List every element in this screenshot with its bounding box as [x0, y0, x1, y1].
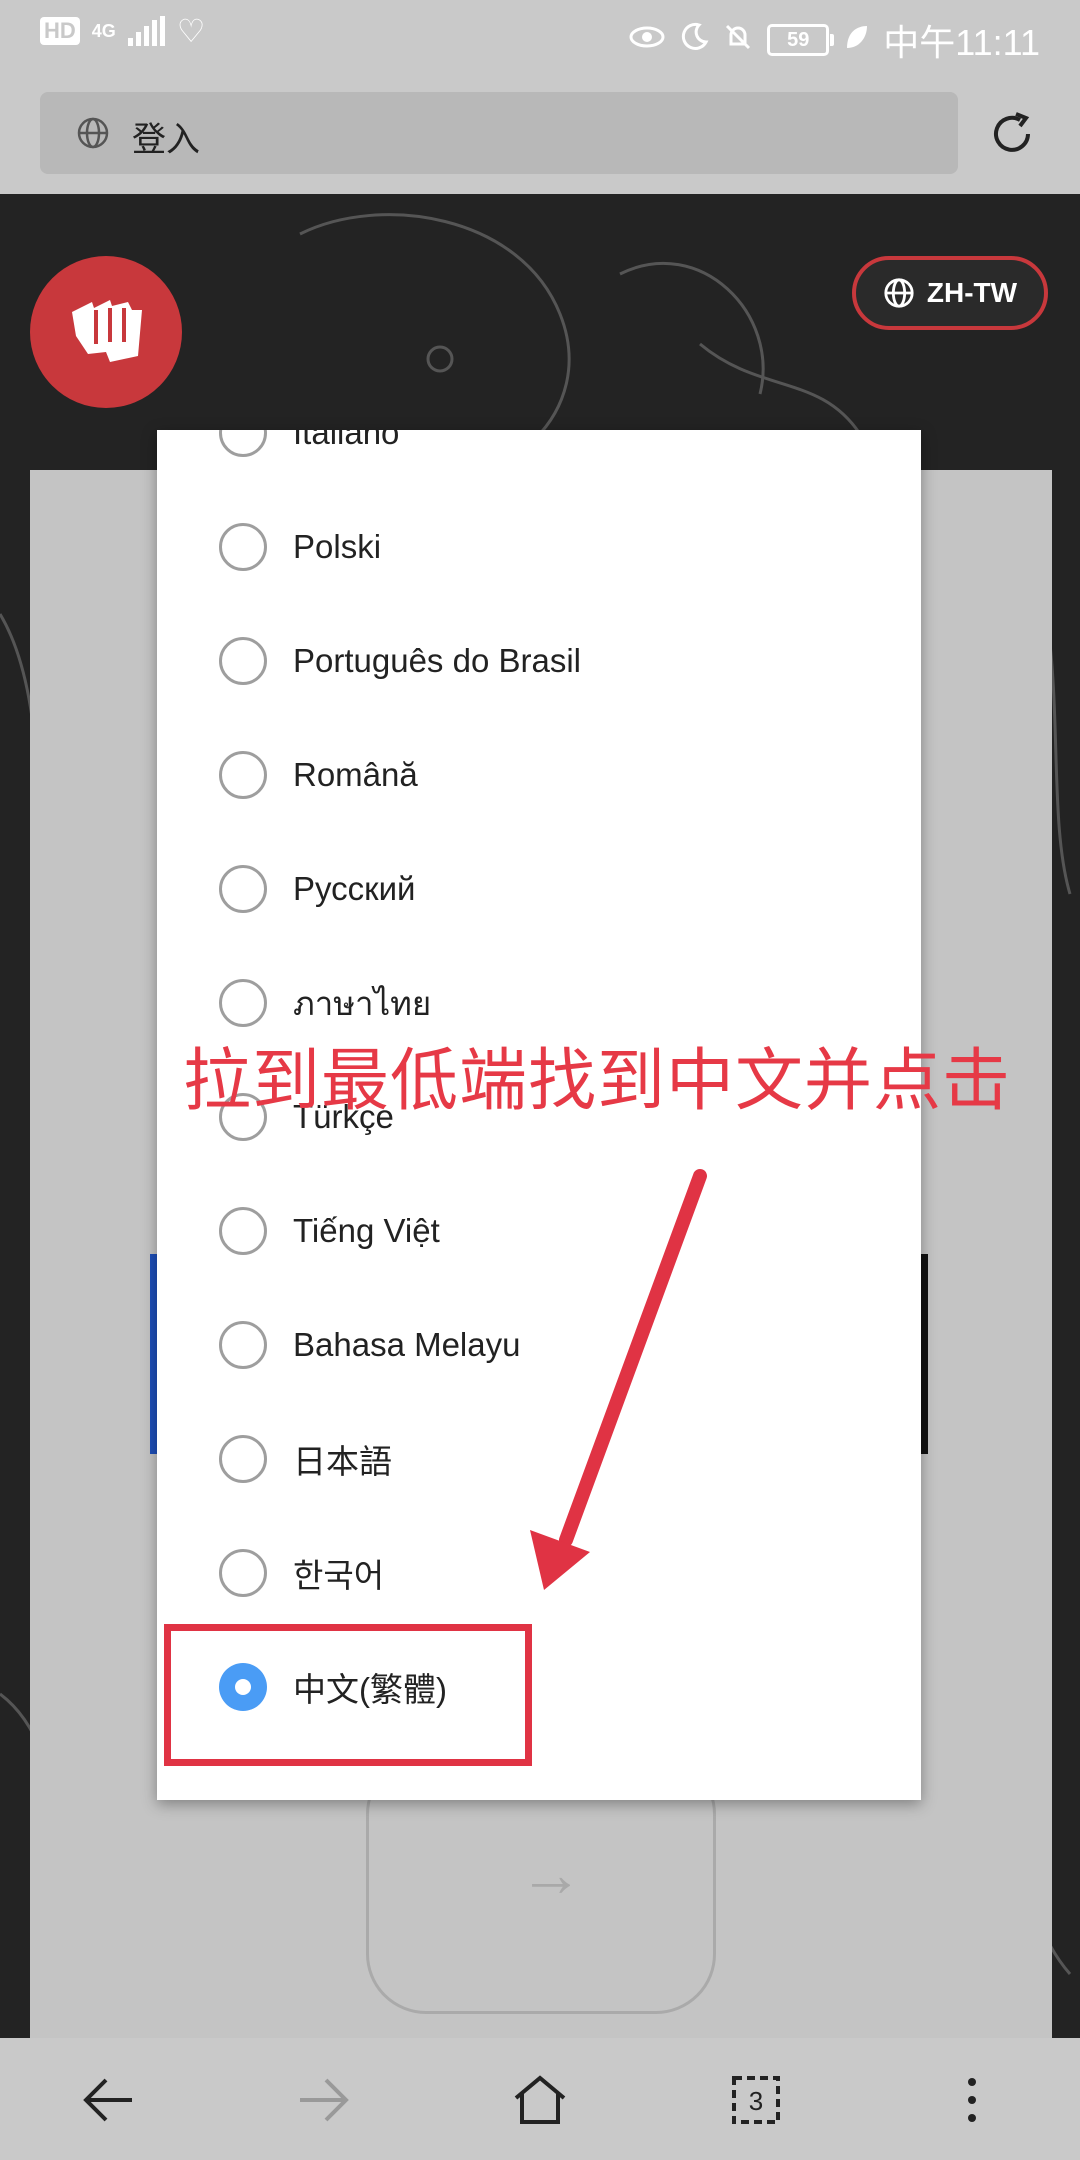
- browser-nav-bar: 3: [0, 2038, 1080, 2160]
- refresh-icon[interactable]: [984, 106, 1040, 162]
- radio-button[interactable]: [219, 1435, 267, 1483]
- highlight-box: [164, 1624, 532, 1766]
- tabs-button[interactable]: 3: [714, 2058, 798, 2142]
- radio-button[interactable]: [219, 865, 267, 913]
- arrow-right-icon: →: [519, 1838, 583, 1910]
- more-vert-icon: [968, 2078, 976, 2122]
- leaf-icon: [843, 22, 869, 58]
- moon-icon: [679, 22, 709, 58]
- language-label: 한국어: [293, 1557, 385, 1594]
- language-label: ภาษาไทย: [293, 984, 432, 1022]
- language-label: Tiếng Việt: [293, 1212, 440, 1249]
- network-type: 4G: [91, 21, 116, 41]
- svg-text:3: 3: [749, 2086, 763, 2116]
- eye-icon: [629, 22, 665, 58]
- radio-button[interactable]: [219, 979, 267, 1027]
- language-selector-button[interactable]: ZH-TW: [852, 256, 1048, 330]
- language-label: Română: [293, 756, 418, 793]
- globe-icon: [884, 278, 914, 308]
- hd-badge: HD: [40, 17, 80, 45]
- forward-button[interactable]: [282, 2058, 366, 2142]
- language-label: 日本語: [293, 1443, 392, 1480]
- language-label: Italiano: [293, 430, 400, 451]
- globe-icon: [77, 117, 109, 149]
- battery-icon: 59: [767, 24, 835, 56]
- radio-button[interactable]: [219, 751, 267, 799]
- back-button[interactable]: [66, 2058, 150, 2142]
- page-title: 登入: [132, 121, 200, 159]
- signal-icon: [127, 16, 165, 46]
- language-option[interactable]: Tiếng Việt: [157, 1174, 921, 1288]
- radio-button[interactable]: [219, 430, 267, 457]
- language-option[interactable]: Bahasa Melayu: [157, 1288, 921, 1402]
- browser-url-bar: 登入: [0, 76, 1080, 194]
- arrow-right-icon: [300, 2078, 349, 2122]
- address-field[interactable]: 登入: [40, 92, 958, 174]
- language-option[interactable]: 한국어: [157, 1516, 921, 1630]
- language-option[interactable]: Português do Brasil: [157, 604, 921, 718]
- language-option[interactable]: Polski: [157, 490, 921, 604]
- clock: 中午11:11: [883, 22, 1040, 63]
- status-bar: HD 4G ♡ 59 中午11:11: [0, 0, 1080, 76]
- language-option[interactable]: Italiano: [157, 430, 921, 490]
- language-code: ZH-TW: [926, 277, 1018, 308]
- language-label: Русский: [293, 870, 416, 907]
- menu-button[interactable]: [930, 2058, 1014, 2142]
- language-option[interactable]: Русский: [157, 832, 921, 946]
- arrow-left-icon: [83, 2078, 132, 2122]
- riot-logo: [30, 256, 182, 408]
- health-icon: ♡: [176, 13, 206, 49]
- radio-button[interactable]: [219, 1321, 267, 1369]
- language-label: Bahasa Melayu: [293, 1326, 521, 1363]
- radio-button[interactable]: [219, 1207, 267, 1255]
- language-option[interactable]: 日本語: [157, 1402, 921, 1516]
- home-button[interactable]: [498, 2058, 582, 2142]
- radio-button[interactable]: [219, 637, 267, 685]
- radio-button[interactable]: [219, 1549, 267, 1597]
- language-label: Polski: [293, 528, 382, 565]
- mute-icon: [723, 22, 753, 58]
- radio-button[interactable]: [219, 523, 267, 571]
- instruction-annotation: 拉到最低端找到中文并点击: [183, 1042, 1012, 1121]
- language-label: Português do Brasil: [293, 642, 581, 679]
- home-icon: [514, 2075, 566, 2124]
- tabs-icon: 3: [732, 2076, 780, 2124]
- language-option[interactable]: Română: [157, 718, 921, 832]
